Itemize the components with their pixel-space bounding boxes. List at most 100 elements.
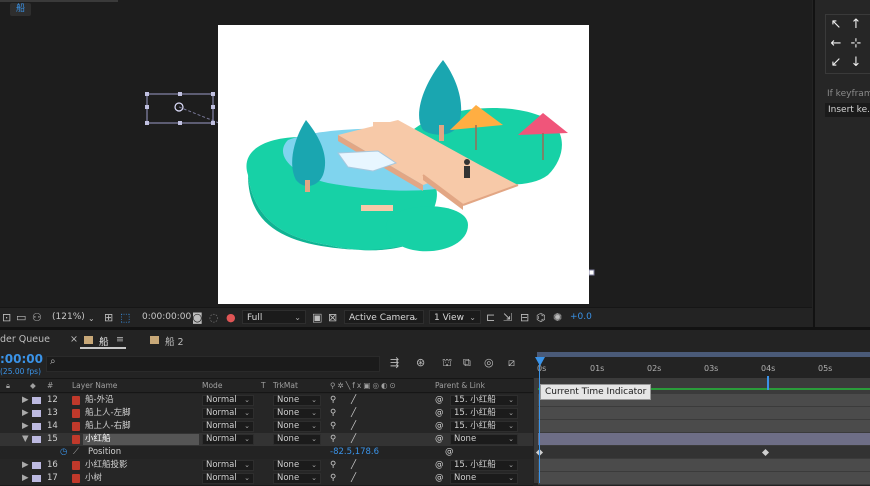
menu-icon[interactable]: ≡ — [116, 334, 124, 345]
fast-preview-icon[interactable]: ⇲ — [503, 312, 512, 324]
label-column-icon[interactable]: ◆ — [30, 381, 36, 390]
camera-snapshot-icon[interactable]: ◙ — [192, 312, 203, 324]
layer-row-selected[interactable]: ▼ 15 小红船 Normal ⌄ None ⌄ ⚲ ╱ @ None ⌄ — [0, 433, 533, 447]
collapse-switch-icon[interactable]: ⚲ — [330, 434, 336, 445]
mode-dropdown[interactable]: Normal ⌄ — [202, 434, 254, 445]
transparency-grid-icon[interactable]: ⊠ — [328, 312, 337, 324]
composition-viewer[interactable]: 船 — [0, 0, 812, 307]
property-track[interactable] — [538, 446, 870, 459]
current-time-indicator-line[interactable] — [539, 357, 540, 483]
property-row-position[interactable]: ◷ ⟋ Position -82.5,178.6 @ — [0, 446, 533, 460]
fit-icon[interactable]: ⊞ — [104, 312, 113, 324]
pick-whip-icon[interactable]: @ — [445, 447, 454, 458]
camera-dropdown[interactable]: Active Camera ⌄ — [344, 310, 424, 324]
mode-dropdown[interactable]: Normal ⌄ — [202, 395, 254, 406]
label-color-box[interactable] — [32, 462, 41, 469]
graph-icon[interactable]: ⟋ — [73, 447, 79, 458]
trkmat-dropdown[interactable]: None ⌄ — [273, 395, 321, 406]
pick-whip-icon[interactable]: @ — [435, 460, 444, 471]
switches-header-icons[interactable]: ⚲✲╲fx▣◎◐⊙ — [330, 381, 398, 390]
trkmat-dropdown[interactable]: None ⌄ — [273, 473, 321, 484]
label-color-box[interactable] — [32, 423, 41, 430]
collapse-arrow-icon[interactable]: ▼ — [22, 434, 29, 445]
resolution-dropdown[interactable]: Full ⌄ — [242, 310, 306, 324]
label-color-box[interactable] — [32, 436, 41, 443]
number-column-header[interactable]: # — [47, 381, 53, 390]
monitor-icon[interactable]: ▭ — [16, 312, 26, 324]
layer-name-header[interactable]: Layer Name — [72, 381, 117, 390]
quality-switch-icon[interactable]: ╱ — [351, 473, 356, 484]
layer-duration-bar[interactable] — [538, 459, 870, 472]
center-target-icon[interactable]: ⊹ — [848, 36, 864, 52]
arrow-up-left-icon[interactable]: ↖ — [828, 17, 844, 33]
quality-switch-icon[interactable]: ╱ — [351, 395, 356, 406]
trkmat-dropdown[interactable]: None ⌄ — [273, 434, 321, 445]
trkmat-dropdown[interactable]: None ⌄ — [273, 460, 321, 471]
label-color-box[interactable] — [32, 410, 41, 417]
show-snapshot-icon[interactable]: ◌ — [209, 312, 219, 324]
mode-dropdown[interactable]: Normal ⌄ — [202, 460, 254, 471]
quality-switch-icon[interactable]: ╱ — [351, 460, 356, 471]
quality-switch-icon[interactable]: ╱ — [351, 421, 356, 432]
layer-duration-bar[interactable] — [538, 407, 870, 420]
frame-blending-icon[interactable]: ⧉ — [463, 357, 471, 369]
close-icon[interactable]: × — [70, 334, 78, 345]
viewer-timecode[interactable]: 0:00:00:00 — [142, 312, 191, 322]
expand-arrow-icon[interactable]: ▶ — [22, 395, 29, 406]
layer-name[interactable]: 船上人-左脚 — [85, 408, 131, 419]
exposure-value[interactable]: +0.0 — [570, 312, 592, 322]
mode-dropdown[interactable]: Normal ⌄ — [202, 408, 254, 419]
region-icon[interactable]: ⬚ — [120, 312, 130, 324]
composition-canvas[interactable] — [218, 25, 589, 304]
expand-arrow-icon[interactable]: ▶ — [22, 460, 29, 471]
parent-dropdown[interactable]: 15. 小红船 ⌄ — [450, 395, 518, 406]
layer-duration-bar[interactable] — [538, 420, 870, 433]
mask-icon[interactable]: ⚇ — [32, 312, 42, 324]
t-header[interactable]: T — [261, 381, 266, 390]
color-channel-icon[interactable]: ● — [226, 312, 236, 324]
chevron-down-icon[interactable]: ⌄ — [88, 313, 95, 325]
mode-dropdown[interactable]: Normal ⌄ — [202, 473, 254, 484]
parent-link-header[interactable]: Parent & Link — [435, 381, 485, 390]
layer-row[interactable]: ▶ 12 船-外沿 Normal ⌄ None ⌄ ⚲ ╱ @ 15. 小红船 ⌄ — [0, 394, 533, 408]
parent-dropdown[interactable]: 15. 小红船 ⌄ — [450, 421, 518, 432]
layer-duration-bar[interactable] — [538, 472, 870, 485]
layer-row[interactable]: ▶ 14 船上人-右脚 Normal ⌄ None ⌄ ⚲ ╱ @ 15. 小红船 ⌄ — [0, 420, 533, 434]
trkmat-dropdown[interactable]: None ⌄ — [273, 421, 321, 432]
collapse-switch-icon[interactable]: ⚲ — [330, 421, 336, 432]
always-preview-icon[interactable]: ⊡ — [2, 312, 11, 324]
collapse-switch-icon[interactable]: ⚲ — [330, 408, 336, 419]
pick-whip-icon[interactable]: @ — [435, 395, 444, 406]
roi-icon[interactable]: ▣ — [312, 312, 322, 324]
arrow-left-icon[interactable]: ← — [828, 36, 844, 52]
timeline-icon[interactable]: ⊟ — [520, 312, 529, 324]
trkmat-header[interactable]: TrkMat — [273, 381, 298, 390]
parent-dropdown[interactable]: 15. 小红船 ⌄ — [450, 408, 518, 419]
layer-name-selected[interactable]: 小红船 — [83, 434, 199, 445]
comp-mini-flowchart-icon[interactable]: ⇶ — [390, 357, 399, 369]
layer-row[interactable]: ▶ 13 船上人-左脚 Normal ⌄ None ⌄ ⚲ ╱ @ 15. 小红船 ⌄ — [0, 407, 533, 421]
stopwatch-icon[interactable]: ◷ — [60, 447, 67, 458]
shy-layers-icon[interactable]: ⛫ — [442, 357, 452, 369]
insert-keyframe-button[interactable]: Insert ke... — [825, 103, 870, 117]
parent-dropdown[interactable]: None ⌄ — [450, 473, 518, 484]
quality-switch-icon[interactable]: ╱ — [351, 408, 356, 419]
layer-name[interactable]: 小树 — [85, 473, 102, 484]
arrow-down-left-icon[interactable]: ↙ — [828, 55, 844, 71]
position-value[interactable]: -82.5,178.6 — [330, 447, 379, 458]
trkmat-dropdown[interactable]: None ⌄ — [273, 408, 321, 419]
layer-name[interactable]: 船上人-右脚 — [85, 421, 131, 432]
expand-arrow-icon[interactable]: ▶ — [22, 408, 29, 419]
graph-editor-icon[interactable]: ⧄ — [508, 357, 515, 369]
layer-duration-bar-selected[interactable] — [538, 433, 870, 446]
tab-comp-boat[interactable]: 船 — [99, 334, 109, 348]
mode-header[interactable]: Mode — [202, 381, 222, 390]
quality-switch-icon[interactable]: ╱ — [351, 434, 356, 445]
expand-arrow-icon[interactable]: ▶ — [22, 421, 29, 432]
pick-whip-icon[interactable]: @ — [435, 473, 444, 484]
parent-dropdown[interactable]: None ⌄ — [450, 434, 518, 445]
current-time-display[interactable]: :00:00 — [0, 352, 43, 366]
arrow-down-icon[interactable]: ↓ — [848, 55, 864, 71]
view-layout-dropdown[interactable]: 1 View ⌄ — [429, 310, 481, 324]
label-color-box[interactable] — [32, 475, 41, 482]
